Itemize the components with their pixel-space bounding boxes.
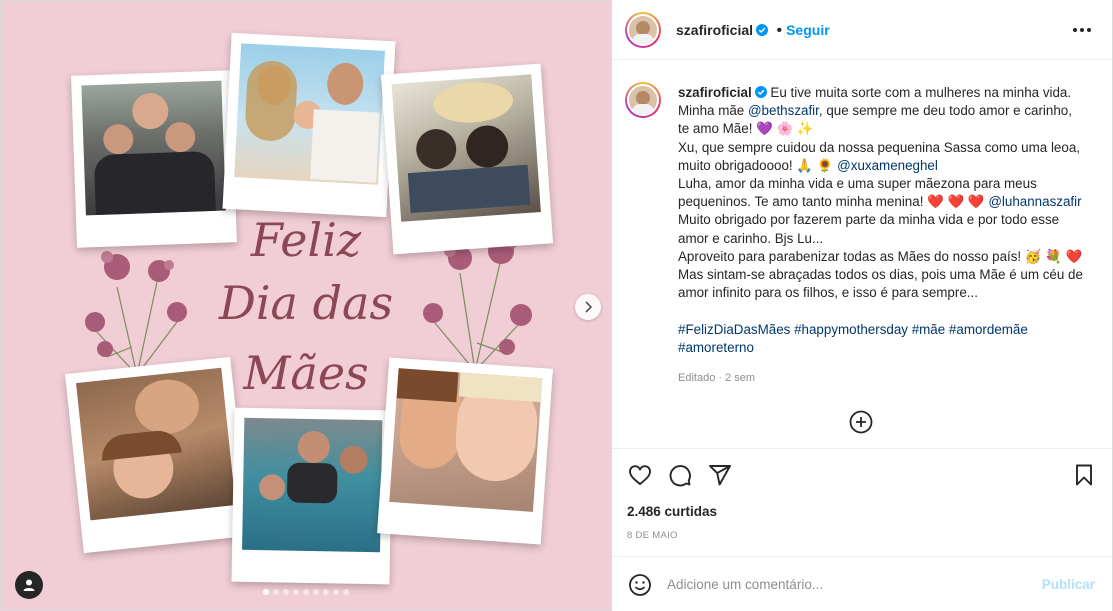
caption-text: te amo Mãe! 💜 🌸 ✨: [678, 121, 814, 137]
caption-line: #FelizDiaDasMães #happymothersday #mãe #…: [678, 322, 1028, 337]
post-caption: szafiroficial Eu tive muita sorte com a …: [678, 84, 1100, 357]
post-media[interactable]: Feliz Dia das Mães: [1, 1, 611, 610]
maes-text: Mães: [243, 346, 369, 400]
user-tag-icon: [23, 579, 35, 591]
follow-button[interactable]: Seguir: [786, 22, 830, 38]
carousel-dot: [303, 589, 309, 595]
bookmark-icon[interactable]: [1072, 463, 1096, 487]
tagged-users-button[interactable]: [15, 571, 43, 599]
carousel-dot: [293, 589, 299, 595]
next-arrow-icon: [585, 301, 593, 313]
photo-polaroid: [380, 63, 554, 255]
caption-text: Xu, que sempre cuidou da nossa pequenina…: [678, 139, 1080, 155]
caption-line: pequeninos. Te amo tanto minha menina! ❤…: [678, 194, 1082, 209]
caption-text: amor infinito para os filhos, e isso é p…: [678, 285, 978, 301]
dia-das-text: Dia das: [218, 276, 394, 330]
mention-link[interactable]: @luhannaszafir: [988, 194, 1081, 209]
caption-text: Eu tive muita sorte com a mulheres na mi…: [770, 85, 1072, 100]
comment-icon[interactable]: [668, 463, 692, 487]
post-sidebar: szafiroficial • Seguir szafiroficial Eu t…: [612, 0, 1112, 611]
caption-line: Muito obrigado por fazerem parte da minh…: [678, 212, 1059, 227]
next-slide-button[interactable]: [575, 294, 601, 320]
caption-username[interactable]: szafiroficial: [678, 85, 752, 100]
caption-line: Eu tive muita sorte com a mulheres na mi…: [770, 85, 1071, 100]
mention-link[interactable]: @bethszafir: [748, 103, 819, 118]
caption-line: amor infinito para os filhos, e isso é p…: [678, 285, 978, 300]
carousel-indicator: [263, 589, 349, 595]
carousel-dot: [273, 589, 279, 595]
caption-line: te amo Mãe! 💜 🌸 ✨: [678, 121, 814, 136]
caption-text: Minha mãe: [678, 103, 748, 119]
publish-button[interactable]: Publicar: [1042, 577, 1095, 592]
share-icon[interactable]: [708, 463, 732, 487]
verified-badge-icon: [754, 86, 767, 98]
post-header: szafiroficial • Seguir: [612, 0, 1112, 60]
actions-divider: [612, 448, 1112, 449]
caption-text: Muito obrigado por fazerem parte da minh…: [678, 212, 1060, 228]
caption-text: , que sempre me deu todo amor e carinho,: [818, 103, 1072, 119]
caption-line: Luha, amor da minha vida e uma super mãe…: [678, 176, 1037, 191]
username[interactable]: szafiroficial: [676, 22, 753, 38]
caption-text: Mas sintam-se abraçadas todos os dias, p…: [678, 267, 1083, 283]
more-options-icon[interactable]: [1072, 27, 1092, 33]
caption-text: pequeninos. Te amo tanto minha menina! ❤…: [678, 194, 989, 210]
emoji-icon[interactable]: [628, 573, 652, 597]
photo-polaroid: [65, 356, 249, 554]
post-date: 8 DE MAIO: [627, 530, 678, 541]
caption-line: [678, 303, 682, 318]
verified-badge-icon: [756, 24, 769, 36]
mention-link[interactable]: @xuxameneghel: [837, 158, 938, 173]
carousel-dot: [343, 589, 349, 595]
caption-line: Minha mãe @bethszafir, que sempre me deu…: [678, 103, 1072, 118]
hashtag-link[interactable]: #amoreterno: [678, 340, 754, 355]
caption-text: Luha, amor da minha vida e uma super mãe…: [678, 176, 1037, 192]
avatar[interactable]: [625, 82, 661, 118]
carousel-dot: [333, 589, 339, 595]
comment-input[interactable]: Adicione um comentário...: [667, 577, 823, 592]
caption-text: Aproveito para parabenizar todas as Mães…: [678, 248, 1083, 264]
flower-decoration-left: [85, 251, 187, 376]
caption-line: Mas sintam-se abraçadas todos os dias, p…: [678, 267, 1083, 282]
caption-line: #amoreterno: [678, 340, 754, 355]
caption-text: amor e carinho. Bjs Lu...: [678, 230, 824, 246]
photo-polaroid: [71, 70, 237, 248]
separator-dot: •: [776, 22, 783, 39]
add-circle-icon[interactable]: [849, 410, 873, 434]
heart-icon[interactable]: [628, 463, 652, 487]
avatar[interactable]: [625, 12, 661, 48]
photo-polaroid: [231, 407, 393, 585]
caption-text: muito obrigadoooo! 🙏 🌻: [678, 157, 838, 173]
comment-bar: Adicione um comentário... Publicar: [612, 556, 1112, 611]
caption-line: amor e carinho. Bjs Lu...: [678, 231, 823, 246]
edited-time: Editado · 2 sem: [678, 372, 756, 384]
hashtag-link[interactable]: #FelizDiaDasMães #happymothersday #mãe #…: [678, 322, 1028, 337]
caption-line: Aproveito para parabenizar todas as Mães…: [678, 249, 1082, 264]
feliz-text: Feliz: [250, 213, 362, 267]
caption-line: Xu, que sempre cuidou da nossa pequenina…: [678, 140, 1080, 155]
photo-polaroid: [377, 357, 553, 545]
carousel-dot: [323, 589, 329, 595]
caption-line: muito obrigadoooo! 🙏 🌻 @xuxameneghel: [678, 158, 938, 173]
carousel-dot: [283, 589, 289, 595]
carousel-dot: [313, 589, 319, 595]
photo-polaroid: [222, 32, 396, 218]
likes-count[interactable]: 2.486 curtidas: [627, 504, 717, 519]
carousel-dot: [263, 589, 269, 595]
